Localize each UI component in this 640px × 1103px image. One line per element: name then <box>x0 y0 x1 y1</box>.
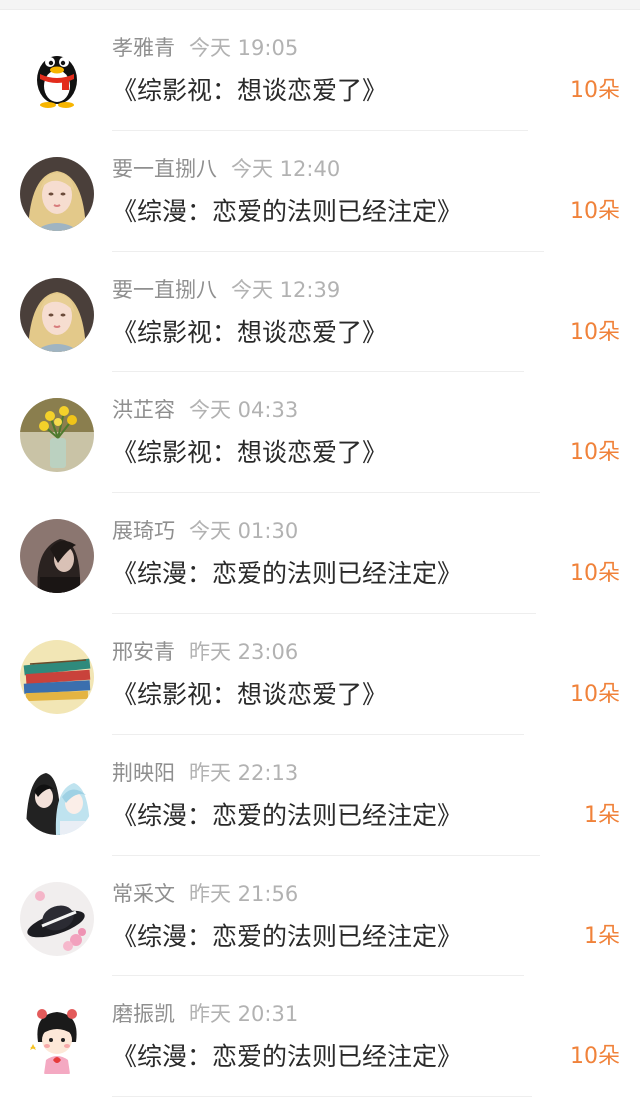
flower-count: 10朵 <box>570 198 620 224</box>
timestamp: 今天 04:33 <box>189 398 299 423</box>
timestamp: 今天 12:40 <box>231 156 341 181</box>
dark-portrait-avatar[interactable] <box>20 519 94 594</box>
flower-count: 10朵 <box>570 681 620 707</box>
flower-count: 10朵 <box>570 1044 620 1070</box>
book-title[interactable]: 《综漫：恋爱的法则已经注定》 <box>112 1040 462 1074</box>
timestamp: 昨天 23:06 <box>189 639 299 664</box>
user-name[interactable]: 洪芷容 <box>112 398 175 422</box>
book-title[interactable]: 《综漫：恋爱的法则已经注定》 <box>112 799 462 833</box>
user-name[interactable]: 磨振凯 <box>112 1002 175 1026</box>
book-title[interactable]: 《综影视：想谈恋爱了》 <box>112 316 387 350</box>
list-item[interactable]: 要一直捌八 今天 12:39 《综影视：想谈恋爱了》 10朵 <box>0 252 640 373</box>
user-name[interactable]: 邢安青 <box>112 640 175 664</box>
timestamp: 昨天 20:31 <box>189 1002 299 1027</box>
timestamp: 今天 19:05 <box>189 36 299 60</box>
timestamp: 昨天 22:13 <box>189 760 299 785</box>
user-name[interactable]: 要一直捌八 <box>112 278 217 302</box>
user-name[interactable]: 荆映阳 <box>112 761 175 785</box>
book-title[interactable]: 《综影视：想谈恋爱了》 <box>112 678 387 712</box>
book-title[interactable]: 《综影视：想谈恋爱了》 <box>112 436 387 470</box>
flower-count: 10朵 <box>570 561 620 587</box>
timestamp: 今天 12:39 <box>231 277 341 302</box>
book-title[interactable]: 《综漫：恋爱的法则已经注定》 <box>112 557 462 591</box>
notebooks-avatar[interactable] <box>20 639 94 714</box>
flower-count: 10朵 <box>570 319 620 345</box>
flower-count: 1朵 <box>584 923 620 949</box>
girl-portrait-avatar[interactable] <box>20 156 94 231</box>
list-item[interactable]: 要一直捌八 今天 12:40 《综漫：恋爱的法则已经注定》 10朵 <box>0 131 640 252</box>
book-title[interactable]: 《综漫：恋爱的法则已经注定》 <box>112 195 462 229</box>
list-item[interactable]: 孝雅青 今天 19:05 《综影视：想谈恋爱了》 10朵 <box>0 10 640 131</box>
book-title[interactable]: 《综漫：恋爱的法则已经注定》 <box>112 920 462 954</box>
list-item[interactable]: 邢安青 昨天 23:06 《综影视：想谈恋爱了》 10朵 <box>0 614 640 735</box>
cartoon-girl-avatar[interactable] <box>20 1002 94 1077</box>
top-bar <box>0 0 640 10</box>
book-title[interactable]: 《综影视：想谈恋爱了》 <box>112 74 387 108</box>
flower-count: 10朵 <box>570 78 620 103</box>
hat-flowers-avatar[interactable] <box>20 881 94 956</box>
list-item[interactable]: 洪芷容 今天 04:33 《综影视：想谈恋爱了》 10朵 <box>0 372 640 494</box>
anime-duo-avatar[interactable] <box>20 760 94 835</box>
user-name[interactable]: 展琦巧 <box>112 519 175 543</box>
list-item[interactable]: 磨振凯 昨天 20:31 《综漫：恋爱的法则已经注定》 10朵 <box>0 976 640 1098</box>
user-name[interactable]: 孝雅青 <box>112 36 175 60</box>
flower-count: 10朵 <box>570 440 620 466</box>
list-item[interactable]: 荆映阳 昨天 22:13 《综漫：恋爱的法则已经注定》 1朵 <box>0 735 640 856</box>
list-item[interactable]: 常采文 昨天 21:56 《综漫：恋爱的法则已经注定》 1朵 <box>0 856 640 977</box>
girl-portrait-avatar[interactable] <box>20 277 94 352</box>
flower-vase-avatar[interactable] <box>20 398 94 473</box>
timestamp: 今天 01:30 <box>189 519 299 544</box>
list-item[interactable]: 展琦巧 今天 01:30 《综漫：恋爱的法则已经注定》 10朵 <box>0 493 640 614</box>
user-name[interactable]: 常采文 <box>112 882 175 906</box>
timestamp: 昨天 21:56 <box>189 881 299 906</box>
flower-count: 1朵 <box>584 802 620 828</box>
gift-record-list: 孝雅青 今天 19:05 《综影视：想谈恋爱了》 10朵 要一直捌八 今天 12:4… <box>0 10 640 1098</box>
penguin-avatar[interactable] <box>20 36 94 110</box>
divider <box>112 1096 532 1098</box>
user-name[interactable]: 要一直捌八 <box>112 157 217 181</box>
